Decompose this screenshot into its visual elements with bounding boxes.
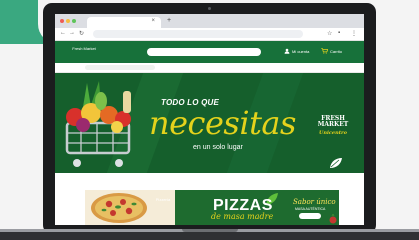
leaf-logo-icon [330,158,342,168]
account-label: Mi cuenta [292,48,310,54]
close-window-button[interactable] [60,19,64,23]
cart-link[interactable]: Carrito [321,48,342,54]
site-header: Fresh Market Mi cuenta Carrito [55,41,364,63]
pizzeria-logo: Pizzería [155,197,171,202]
webcam-icon [208,7,211,10]
promo-right-title: Sabor único [293,198,336,206]
cart-label: Carrito [330,48,343,54]
category-nav [55,63,364,73]
tomato-icon [329,214,337,224]
extensions-icon[interactable]: ▪ [338,30,340,36]
laptop-frame: × + ← → ↻ ☆ ▪ ⋮ Fresh Market Mi cuenta C… [43,3,376,234]
hero-subline: en un solo lugar [193,144,243,151]
new-tab-icon[interactable]: + [167,17,171,24]
promo-button[interactable] [299,213,321,219]
site-logo[interactable]: Fresh Market [71,47,97,57]
minimize-window-button[interactable] [66,19,70,23]
menu-icon[interactable]: ⋮ [351,30,357,37]
maximize-window-button[interactable] [72,19,76,23]
hero-headline: necesitas [149,104,296,142]
pizza-promo-banner[interactable]: Pizzería PIZZAS de masa madre Sabor únic… [85,190,339,225]
search-input[interactable] [153,49,243,55]
brand-sub: Unicentro [318,130,348,136]
laptop-base-notch [182,229,238,232]
cart-icon [321,48,328,54]
window-controls [60,19,76,23]
account-link[interactable]: Mi cuenta [284,48,309,54]
search-bar[interactable] [147,48,261,62]
browser-tab[interactable]: × [87,17,161,28]
search-icon[interactable] [251,49,257,62]
reload-icon[interactable]: ↻ [79,30,84,37]
tab-close-icon[interactable]: × [151,18,155,24]
produce-cart-image [65,81,131,167]
laptop-screen: × + ← → ↻ ☆ ▪ ⋮ Fresh Market Mi cuenta C… [55,14,364,225]
address-bar-row: ← → ↻ ☆ ▪ ⋮ [55,28,364,41]
browser-tab-bar: × + [55,14,364,28]
hero-banner[interactable]: TODO LO QUE necesitas en un solo lugar F… [55,73,364,173]
url-field[interactable] [93,30,303,38]
back-icon[interactable]: ← [60,30,66,36]
promo-small-text: MASA AUTÉNTICA [295,207,326,211]
user-icon [284,48,290,54]
pizza-image [91,193,147,223]
star-icon[interactable]: ☆ [327,30,332,37]
brand-line-2: MARKET [317,121,349,128]
fresh-market-logo: FRESH MARKET Unicentro [311,116,355,137]
forward-icon[interactable]: → [69,30,75,36]
category-nav-item[interactable] [85,65,155,70]
promo-subtitle: de masa madre [211,212,274,221]
